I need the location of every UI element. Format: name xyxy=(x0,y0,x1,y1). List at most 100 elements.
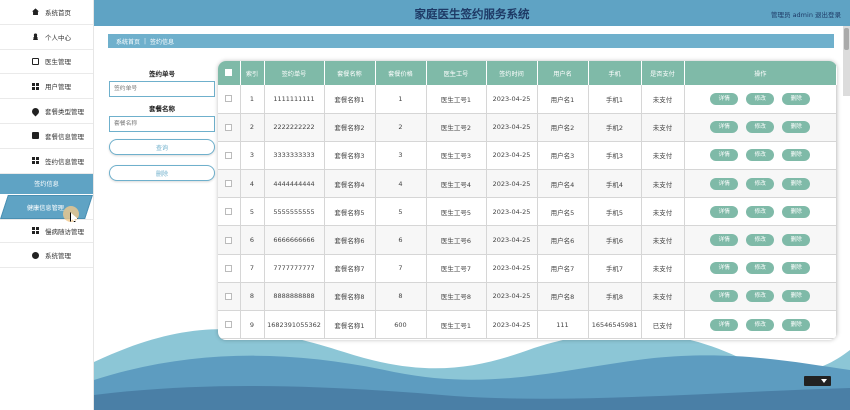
row-select-cell xyxy=(218,282,241,312)
table-cell: 用户名8 xyxy=(537,282,589,312)
query-button[interactable]: 查询 xyxy=(109,139,215,155)
table-cell: 用户名7 xyxy=(537,254,589,283)
table-cell: 未支付 xyxy=(641,254,685,283)
breadcrumb-home[interactable]: 系统首页 xyxy=(116,37,140,46)
delete-button[interactable]: 删除 xyxy=(782,262,811,275)
table-cell: 手机7 xyxy=(588,254,642,283)
edit-button[interactable]: 修改 xyxy=(746,205,775,218)
actions-cell: 详情 修改 删除 xyxy=(684,169,837,199)
detail-button[interactable]: 详情 xyxy=(710,92,739,105)
table-cell: 2023-04-25 xyxy=(486,85,538,114)
pin-icon xyxy=(30,106,41,117)
sidebar-item-system[interactable]: 系统管理 xyxy=(0,243,93,269)
table-cell: 套餐名称5 xyxy=(324,197,376,227)
table-cell: 手机2 xyxy=(588,113,642,142)
edit-button[interactable]: 修改 xyxy=(746,234,775,247)
sidebar-item-package-types[interactable]: 套餐类型管理 xyxy=(0,99,93,124)
table-cell: 3 xyxy=(375,141,427,171)
table-cell: 2023-04-25 xyxy=(486,197,538,227)
delete-button[interactable]: 删除 xyxy=(782,234,811,247)
table-cell: 用户名6 xyxy=(537,225,589,255)
admin-logout[interactable]: 管理员 admin 退出登录 xyxy=(771,9,841,19)
detail-button[interactable]: 详情 xyxy=(710,318,739,331)
detail-button[interactable]: 详情 xyxy=(710,290,739,303)
table-cell: 2023-04-25 xyxy=(486,141,538,171)
table-cell: 5 xyxy=(375,197,427,227)
edit-button[interactable]: 修改 xyxy=(746,318,775,331)
delete-button[interactable]: 删除 xyxy=(782,177,811,190)
edit-button[interactable]: 修改 xyxy=(746,290,775,303)
edit-button[interactable]: 修改 xyxy=(746,262,775,275)
delete-button[interactable]: 删除 xyxy=(782,205,811,218)
row-checkbox[interactable] xyxy=(225,321,233,329)
detail-button[interactable]: 详情 xyxy=(710,234,739,247)
table-cell: 8 xyxy=(240,282,265,312)
detail-button[interactable]: 详情 xyxy=(710,177,739,190)
row-checkbox[interactable] xyxy=(225,151,233,159)
table-cell: 套餐名称8 xyxy=(324,282,376,312)
detail-button[interactable]: 详情 xyxy=(710,205,739,218)
row-select-cell xyxy=(218,141,241,171)
table-cell: 1682391055362 xyxy=(264,310,325,340)
sidebar-submenu-sign-info[interactable]: 签约信息 xyxy=(0,173,93,194)
edit-button[interactable]: 修改 xyxy=(746,121,775,134)
table-cell: 未支付 xyxy=(641,113,685,142)
sidebar-item-home[interactable]: 系统首页 xyxy=(0,0,93,25)
sidebar-item-health-info[interactable]: 健康信息管理 xyxy=(0,194,93,219)
sign-no-input[interactable] xyxy=(109,81,215,97)
delete-button[interactable]: 删除 xyxy=(782,121,811,134)
table-cell: 医生工号6 xyxy=(426,225,487,255)
sidebar-item-followup[interactable]: 慢病随访管理 xyxy=(0,218,93,244)
table-cell: 套餐名称1 xyxy=(324,85,376,114)
edit-button[interactable]: 修改 xyxy=(746,92,775,105)
table-row: 7 7777777777 套餐名称7 7 医生工号7 2023-04-25 用户名7 手机7 未… xyxy=(218,254,837,283)
row-checkbox[interactable] xyxy=(225,208,233,216)
delete-button[interactable]: 删除 xyxy=(782,92,811,105)
row-checkbox[interactable] xyxy=(225,123,233,131)
scrollbar-thumb[interactable] xyxy=(844,28,849,50)
select-all-checkbox[interactable] xyxy=(225,69,233,77)
row-checkbox[interactable] xyxy=(225,236,233,244)
table-cell: 手机1 xyxy=(588,85,642,114)
row-checkbox[interactable] xyxy=(225,95,233,103)
table-cell: 5555555555 xyxy=(264,197,325,227)
sidebar-item-users[interactable]: 用户管理 xyxy=(0,74,93,100)
delete-button[interactable]: 删除 xyxy=(782,149,811,162)
delete-selected-button[interactable]: 删除 xyxy=(109,165,215,181)
scrollbar[interactable] xyxy=(843,26,850,96)
gear-icon xyxy=(32,251,39,259)
row-select-cell xyxy=(218,197,241,227)
table-cell: 7 xyxy=(375,254,427,283)
row-checkbox[interactable] xyxy=(225,292,233,300)
video-player-control[interactable] xyxy=(804,376,831,386)
table-row: 9 1682391055362 套餐名称1 600 医生工号1 2023-04-25 111… xyxy=(218,310,837,340)
sidebar-item-sign-info[interactable]: 签约信息管理 xyxy=(0,149,93,174)
sidebar-item-packages[interactable]: 套餐信息管理 xyxy=(0,124,93,149)
package-name-input[interactable] xyxy=(109,116,215,132)
table-row: 5 5555555555 套餐名称5 5 医生工号5 2023-04-25 用户名5 手机5 未… xyxy=(218,197,837,227)
detail-button[interactable]: 详情 xyxy=(710,121,739,134)
column-header: 用户名 xyxy=(537,61,589,85)
actions-cell: 详情 修改 删除 xyxy=(684,254,837,283)
delete-button[interactable]: 删除 xyxy=(782,318,811,331)
detail-button[interactable]: 详情 xyxy=(710,149,739,162)
table-cell: 5 xyxy=(240,197,265,227)
table-cell: 手机4 xyxy=(588,169,642,199)
table-cell: 套餐名称1 xyxy=(324,310,376,340)
table-cell: 7 xyxy=(240,254,265,283)
row-checkbox[interactable] xyxy=(225,264,233,272)
sidebar-item-label: 医生管理 xyxy=(45,58,71,67)
actions-cell: 详情 修改 删除 xyxy=(684,141,837,171)
row-checkbox[interactable] xyxy=(225,180,233,188)
actions-cell: 详情 修改 删除 xyxy=(684,225,837,255)
sidebar-item-profile[interactable]: 个人中心 xyxy=(0,25,93,50)
edit-button[interactable]: 修改 xyxy=(746,177,775,190)
detail-button[interactable]: 详情 xyxy=(710,262,739,275)
edit-button[interactable]: 修改 xyxy=(746,149,775,162)
breadcrumb: 系统首页 | 签约信息 xyxy=(108,34,834,48)
table-cell: 4 xyxy=(240,169,265,199)
document-icon xyxy=(32,57,39,65)
delete-button[interactable]: 删除 xyxy=(782,290,811,303)
table-cell: 16546545981 xyxy=(588,310,642,340)
sidebar-item-doctors[interactable]: 医生管理 xyxy=(0,50,93,75)
